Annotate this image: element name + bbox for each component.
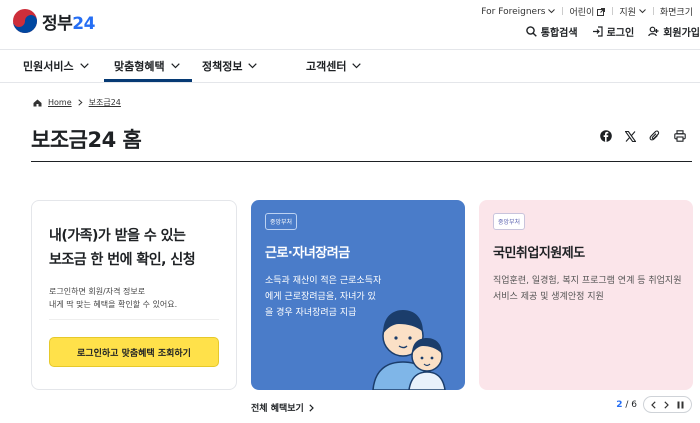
- chevron-down-icon: [79, 63, 89, 69]
- nav-divider: [0, 82, 700, 83]
- util-support[interactable]: 지원: [612, 5, 653, 18]
- util-screen-size[interactable]: 화면크기: [652, 5, 700, 18]
- page-indicator: 2 / 6: [616, 399, 637, 410]
- home-icon: [33, 99, 42, 106]
- benefit-card-title: 근로·자녀장려금: [265, 246, 350, 261]
- print-icon[interactable]: [674, 130, 686, 142]
- chevron-right-icon: [309, 403, 314, 412]
- login-card: 내(가족)가 받을 수 있는 보조금 한 번에 확인, 신청 로그인하면 회원/…: [31, 200, 237, 390]
- main-nav: 민원서비스 맞춤형혜택 정책정보 고객센터: [0, 50, 374, 82]
- breadcrumb-current[interactable]: 보조금24: [89, 97, 121, 108]
- family-illustration: [372, 310, 446, 390]
- category-badge: 중앙부처: [265, 213, 298, 230]
- user-add-icon: [648, 26, 659, 37]
- chevron-down-icon: [352, 63, 362, 69]
- login-link[interactable]: 로그인: [592, 24, 634, 39]
- login-card-description: 로그인하면 회원/자격 정보로 내게 딱 맞는 혜택을 확인할 수 있어요.: [49, 287, 178, 309]
- chevron-right-icon: [77, 99, 83, 106]
- x-twitter-icon[interactable]: [625, 130, 636, 142]
- benefit-card-employment-support[interactable]: 중앙부처 국민취업지원제도 직업훈련, 일경험, 복지 프로그램 연계 등 취업…: [479, 200, 693, 390]
- nav-customer-center[interactable]: 고객센터: [283, 50, 374, 82]
- search-button[interactable]: 통합검색: [525, 24, 578, 39]
- taegeuk-icon: [13, 9, 37, 33]
- header-actions: 통합검색 로그인 회원가입: [525, 24, 700, 39]
- external-link-icon: [597, 7, 606, 16]
- login-icon: [592, 26, 603, 37]
- search-icon: [525, 26, 537, 37]
- share-tools: [600, 130, 686, 142]
- login-card-divider: [49, 319, 219, 320]
- chevron-down-icon: [548, 9, 556, 14]
- nav-civil-services[interactable]: 민원서비스: [0, 50, 104, 82]
- login-lookup-button[interactable]: 로그인하고 맞춤혜택 조회하기: [49, 337, 219, 367]
- benefit-card-earned-income[interactable]: 중앙부처 근로·자녀장려금 소득과 재산이 적은 근로소득자에게 근로장려금을,…: [251, 200, 465, 390]
- util-kids[interactable]: 어린이: [562, 5, 612, 18]
- chevron-down-icon: [170, 63, 180, 69]
- breadcrumb: Home 보조금24: [33, 97, 121, 108]
- join-link[interactable]: 회원가입: [648, 24, 700, 39]
- nav-policy-info[interactable]: 정책정보: [192, 50, 283, 82]
- breadcrumb-home[interactable]: Home: [48, 98, 72, 107]
- nav-custom-benefits[interactable]: 맞춤형혜택: [104, 50, 192, 82]
- chevron-down-icon: [248, 63, 258, 69]
- site-logo[interactable]: 정부24: [12, 8, 95, 34]
- facebook-icon[interactable]: [600, 130, 612, 142]
- benefit-card-title: 국민취업지원제도: [493, 246, 585, 261]
- all-benefits-link[interactable]: 전체 혜택보기: [251, 401, 314, 414]
- link-clip-icon[interactable]: [649, 130, 661, 142]
- category-badge: 중앙부처: [493, 213, 526, 230]
- chevron-down-icon: [639, 9, 646, 14]
- utility-links: For Foreigners 어린이 지원 화면크기: [474, 5, 700, 19]
- benefit-card-description: 소득과 재산이 적은 근로소득자에게 근로장려금을, 자녀가 있을 경우 자녀장…: [265, 276, 382, 318]
- carousel-controls: [643, 396, 692, 413]
- util-for-foreigners[interactable]: For Foreigners: [474, 7, 562, 17]
- prev-icon[interactable]: [651, 400, 656, 409]
- page-title: 보조금24 홈: [31, 128, 142, 152]
- carousel-pager: 2 / 6: [616, 396, 692, 413]
- title-divider: [31, 161, 692, 162]
- logo-text: 정부24: [42, 13, 95, 34]
- benefit-card-description: 직업훈련, 일경험, 복지 프로그램 연계 등 취업지원서비스 제공 및 생계안…: [493, 276, 682, 302]
- pause-icon[interactable]: [677, 401, 684, 409]
- login-card-heading: 내(가족)가 받을 수 있는 보조금 한 번에 확인, 신청: [49, 228, 196, 268]
- next-icon[interactable]: [664, 400, 669, 409]
